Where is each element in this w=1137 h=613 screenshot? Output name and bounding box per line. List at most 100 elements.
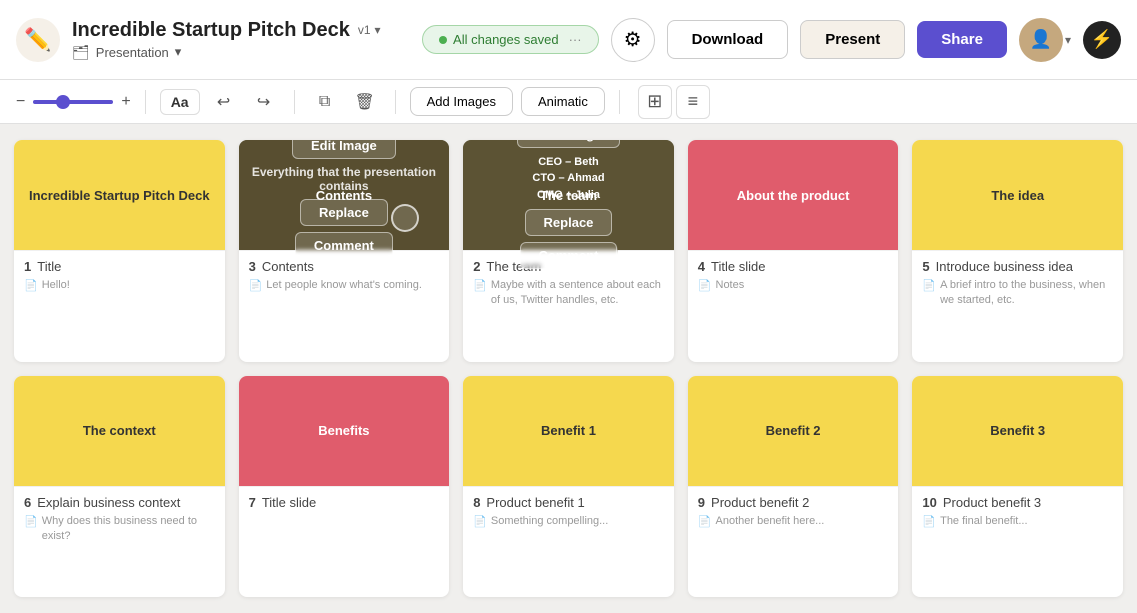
slide-number-row: 6 Explain business context	[24, 495, 215, 510]
replace-button[interactable]: Replace	[300, 199, 388, 226]
duplicate-button[interactable]: ⧉	[309, 86, 341, 118]
slide-title: Title	[37, 259, 61, 274]
header: ✏️ Incredible Startup Pitch Deck v1 ▾ 🗂 …	[0, 0, 1137, 80]
slide-thumb-text: Benefits	[318, 423, 369, 438]
slide-thumbnail: Incredible Startup Pitch Deck	[14, 140, 225, 250]
present-button[interactable]: Present	[800, 20, 905, 59]
note-icon: 📄	[24, 279, 38, 292]
presentation-icon: 🗂	[72, 44, 90, 61]
separator-3	[395, 90, 396, 114]
note-icon: 📄	[24, 515, 38, 528]
slide-card[interactable]: Benefit 2 9 Product benefit 2 📄 Another …	[688, 376, 899, 598]
note-icon: 📄	[698, 515, 712, 528]
comment-button[interactable]: Comment	[295, 232, 393, 259]
slide-number: 8	[473, 495, 480, 510]
slide-thumbnail: The idea	[912, 140, 1123, 250]
slide-note: 📄 Something compelling...	[473, 514, 664, 529]
slide-thumbnail: The context	[14, 376, 225, 486]
slide-card[interactable]: Incredible Startup Pitch Deck 1 Title 📄 …	[14, 140, 225, 362]
settings-button[interactable]: ⚙	[611, 18, 655, 62]
slide-card[interactable]: The idea 5 Introduce business idea 📄 A b…	[912, 140, 1123, 362]
version-badge: v1 ▾	[358, 23, 381, 37]
slide-number-row: 10 Product benefit 3	[922, 495, 1113, 510]
slide-thumbnail: About the product	[688, 140, 899, 250]
title-area: Incredible Startup Pitch Deck v1 ▾ 🗂 Pre…	[72, 19, 410, 61]
list-view-button[interactable]: ≡	[676, 85, 710, 119]
saved-dot-icon	[439, 36, 447, 44]
slide-number-row: 9 Product benefit 2	[698, 495, 889, 510]
slide-thumb-text: Contents	[316, 188, 372, 203]
avatar[interactable]: 👤	[1019, 18, 1063, 62]
zoom-minus-button[interactable]: −	[16, 93, 25, 111]
slide-title: Explain business context	[37, 495, 180, 510]
slide-number: 1	[24, 259, 31, 274]
note-icon: 📄	[473, 279, 487, 292]
separator-4	[619, 90, 620, 114]
slide-note: 📄 The final benefit...	[922, 514, 1113, 529]
edit-image-button[interactable]: Edit Image	[517, 140, 621, 148]
slide-number: 4	[698, 259, 705, 274]
slide-thumbnail: Benefit 3	[912, 376, 1123, 486]
grid-view-button[interactable]: ⊞	[638, 85, 672, 119]
slide-number-row: 3 Contents	[249, 259, 440, 274]
pencil-icon: ✏️	[24, 27, 51, 53]
zoom-plus-button[interactable]: +	[121, 93, 130, 111]
slides-grid: Incredible Startup Pitch Deck 1 Title 📄 …	[0, 124, 1137, 613]
note-icon: 📄	[249, 279, 263, 292]
share-button[interactable]: Share	[917, 21, 1007, 58]
note-icon: 📄	[473, 515, 487, 528]
slide-title: Product benefit 1	[486, 495, 584, 510]
redo-button[interactable]: ↪	[248, 86, 280, 118]
undo-button[interactable]: ↩	[208, 86, 240, 118]
app-title: Incredible Startup Pitch Deck	[72, 19, 350, 42]
slide-thumbnail: Benefits	[239, 376, 450, 486]
slide-thumb-text: Benefit 1	[541, 423, 596, 438]
slide-info: 6 Explain business context 📄 Why does th…	[14, 486, 225, 553]
view-toggle: ⊞ ≡	[638, 85, 710, 119]
chevron-down-icon[interactable]: ▾	[375, 23, 381, 37]
slide-thumb-text: Benefit 2	[766, 423, 821, 438]
replace-button[interactable]: Replace	[525, 209, 613, 236]
note-icon: 📄	[922, 279, 936, 292]
avatar-dropdown-icon[interactable]: ▾	[1065, 33, 1071, 47]
logo-icon: ✏️	[16, 18, 60, 62]
note-text: Why does this business need to exist?	[42, 514, 215, 545]
slide-thumb-text: Incredible Startup Pitch Deck	[29, 188, 210, 203]
zoom-slider[interactable]	[33, 100, 113, 104]
slide-info: 4 Title slide 📄 Notes	[688, 250, 899, 301]
saved-status: All changes saved ···	[422, 25, 599, 54]
comment-button[interactable]: Comment	[520, 242, 618, 269]
slide-note: 📄 Another benefit here...	[698, 514, 889, 529]
slide-card[interactable]: The context 6 Explain business context 📄…	[14, 376, 225, 598]
font-button[interactable]: Aa	[160, 89, 200, 115]
slide-info: 1 Title 📄 Hello!	[14, 250, 225, 301]
slide-card[interactable]: Benefit 3 10 Product benefit 3 📄 The fin…	[912, 376, 1123, 598]
slide-thumbnail: Benefit 1	[463, 376, 674, 486]
slide-note: 📄 Why does this business need to exist?	[24, 514, 215, 545]
slide-card[interactable]: Benefits 7 Title slide	[239, 376, 450, 598]
separator-1	[145, 90, 146, 114]
slide-card[interactable]: Benefit 1 8 Product benefit 1 📄 Somethin…	[463, 376, 674, 598]
slide-title: Title slide	[262, 495, 316, 510]
note-icon: 📄	[922, 515, 936, 528]
slide-thumb-text: About the product	[737, 188, 850, 203]
slide-info: 8 Product benefit 1 📄 Something compelli…	[463, 486, 674, 537]
delete-button[interactable]: 🗑	[349, 86, 381, 118]
note-text: Another benefit here...	[716, 514, 825, 529]
lightning-button[interactable]: ⚡	[1083, 21, 1121, 59]
slide-card[interactable]: The team Edit Image CEO – BethCTO – Ahma…	[463, 140, 674, 362]
edit-image-button[interactable]: Edit Image	[292, 140, 396, 159]
slide-number-row: 7 Title slide	[249, 495, 440, 510]
download-button[interactable]: Download	[667, 20, 789, 59]
subtitle-row: 🗂 Presentation ▾	[72, 44, 410, 61]
slide-thumb-text: The idea	[991, 188, 1044, 203]
slide-info: 10 Product benefit 3 📄 The final benefit…	[912, 486, 1123, 537]
note-text: A brief intro to the business, when we s…	[940, 278, 1113, 309]
note-text: Hello!	[42, 278, 70, 293]
animatic-button[interactable]: Animatic	[521, 87, 605, 116]
slide-card[interactable]: About the product 4 Title slide 📄 Notes	[688, 140, 899, 362]
slide-number: 6	[24, 495, 31, 510]
slide-card[interactable]: Contents Edit Image Everything that the …	[239, 140, 450, 362]
dropdown-icon[interactable]: ▾	[175, 44, 182, 60]
add-images-button[interactable]: Add Images	[410, 87, 513, 116]
